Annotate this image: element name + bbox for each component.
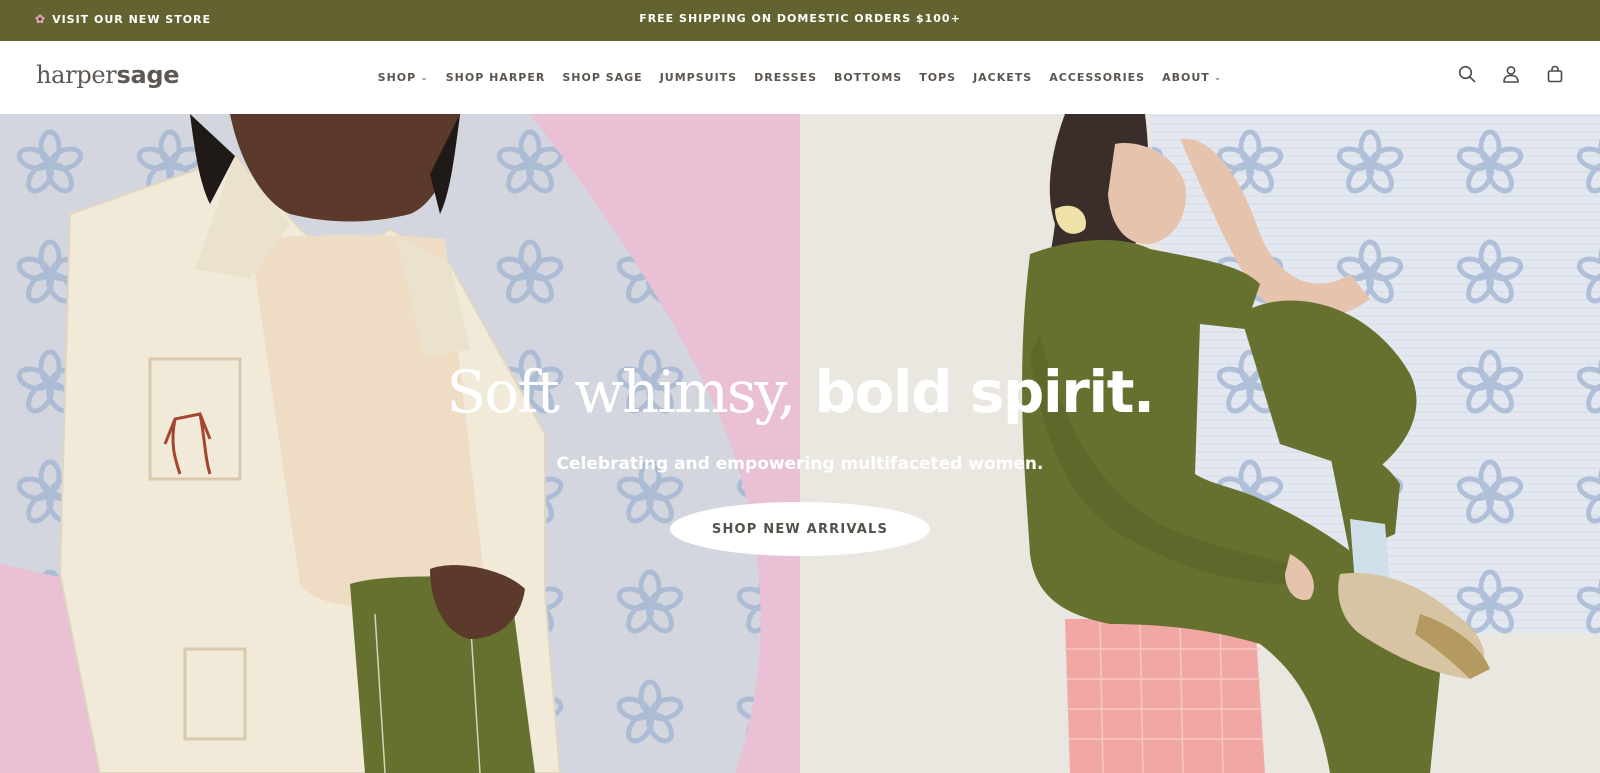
shop-new-arrivals-button[interactable]: SHOP NEW ARRIVALS bbox=[670, 502, 930, 556]
announcement-bar: ✿ VISIT OUR NEW STORE FREE SHIPPING ON D… bbox=[0, 0, 1600, 41]
nav-tops-label: TOPS bbox=[919, 71, 957, 84]
hero-banner: Soft whimsy, bold spirit. Celebrating an… bbox=[0, 114, 1600, 773]
nav-accessories-label: ACCESSORIES bbox=[1049, 71, 1146, 84]
shipping-message: FREE SHIPPING ON DOMESTIC ORDERS $100+ bbox=[639, 12, 961, 25]
search-icon[interactable] bbox=[1458, 65, 1476, 83]
nav-tops[interactable]: TOPS bbox=[919, 71, 956, 84]
cart-icon[interactable] bbox=[1546, 65, 1564, 83]
hero-subheadline: Celebrating and empowering multifaceted … bbox=[556, 454, 1044, 474]
nav-jackets-label: JACKETS bbox=[973, 71, 1033, 84]
nav-jackets[interactable]: JACKETS bbox=[973, 71, 1032, 84]
nav-dresses-label: DRESSES bbox=[754, 71, 818, 84]
hero-headline: Soft whimsy, bold spirit. bbox=[0, 358, 1600, 426]
nav-about[interactable]: ABOUT ⌄ bbox=[1162, 71, 1222, 84]
header-icons bbox=[1458, 65, 1564, 83]
nav-shop-harper[interactable]: SHOP HARPER bbox=[446, 71, 546, 84]
nav-bottoms[interactable]: BOTTOMS bbox=[834, 71, 902, 84]
account-icon[interactable] bbox=[1502, 65, 1520, 83]
chevron-down-icon: ⌄ bbox=[420, 72, 429, 83]
nav-shop-harper-label: SHOP HARPER bbox=[445, 71, 546, 84]
nav-shop-sage-label: SHOP SAGE bbox=[562, 71, 643, 84]
nav-jumpsuits-label: JUMPSUITS bbox=[659, 71, 738, 84]
nav-shop[interactable]: SHOP ⌄ bbox=[378, 71, 429, 84]
nav-accessories[interactable]: ACCESSORIES bbox=[1049, 71, 1145, 84]
nav-dresses[interactable]: DRESSES bbox=[754, 71, 817, 84]
hero-image bbox=[0, 114, 1600, 773]
hero-headline-bold: bold spirit. bbox=[814, 358, 1155, 426]
nav-shop-sage[interactable]: SHOP SAGE bbox=[562, 71, 642, 84]
main-nav: SHOP ⌄ SHOP HARPER SHOP SAGE JUMPSUITS DR… bbox=[0, 71, 1600, 84]
site-header: harpersage SHOP ⌄ SHOP HARPER SHOP SAGE J… bbox=[0, 41, 1600, 114]
chevron-down-icon: ⌄ bbox=[1213, 72, 1223, 83]
nav-about-label: ABOUT bbox=[1162, 71, 1210, 84]
nav-jumpsuits[interactable]: JUMPSUITS bbox=[660, 71, 737, 84]
nav-bottoms-label: BOTTOMS bbox=[834, 71, 903, 84]
hero-headline-light: Soft whimsy, bbox=[446, 358, 796, 426]
nav-shop-label: SHOP bbox=[377, 71, 417, 84]
